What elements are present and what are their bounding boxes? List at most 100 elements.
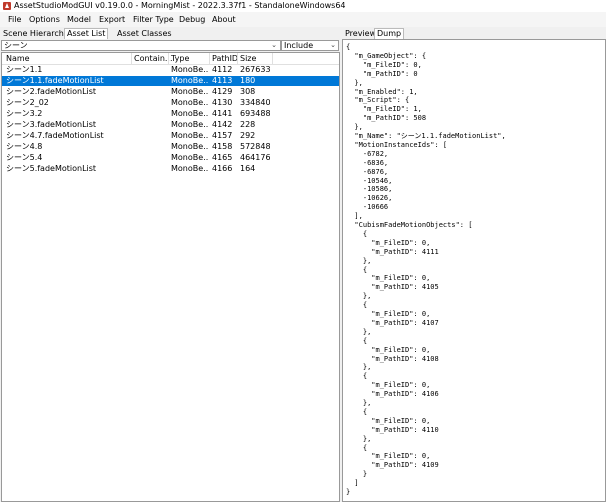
dump-line: {	[346, 407, 368, 416]
dump-line: },	[346, 256, 372, 265]
dump-line: "m_PathID": 4107	[346, 318, 439, 327]
title-bar: AssetStudioModGUI v0.19.0.0 - MorningMis…	[0, 0, 606, 12]
dump-line: "m_FileID": 1,	[346, 105, 422, 114]
include-select[interactable]: Include ⌄	[281, 40, 339, 51]
dump-line: "m_PathID": 4110	[346, 425, 439, 434]
include-value: Include	[284, 41, 314, 50]
column-size[interactable]: Size	[240, 54, 256, 63]
dump-line: },	[346, 123, 363, 132]
table-row[interactable]: シーン1.1 MonoBe...4112 2676336	[2, 65, 339, 75]
dump-line: "m_PathID": 4108	[346, 354, 439, 363]
table-row[interactable]: シーン2_02 MonoBe...4130 3348404	[2, 98, 339, 108]
menu-debug[interactable]: Debug	[179, 15, 205, 24]
dump-line: },	[346, 327, 372, 336]
cell-size: 3348404	[240, 98, 270, 107]
dump-line: "m_FileID": 0,	[346, 345, 431, 354]
dump-line: "m_FileID": 0,	[346, 310, 431, 318]
table-row[interactable]: シーン3.fadeMotionList MonoBe... 4142 228	[2, 120, 339, 130]
column-type[interactable]: Type	[171, 54, 189, 63]
tab-preview[interactable]: Preview	[343, 29, 378, 38]
dump-line: -10586,	[346, 185, 393, 194]
cell-name: シーン4.7.fadeMotionList	[6, 131, 104, 140]
cell-type: MonoBe...	[171, 120, 209, 129]
dump-line: },	[346, 363, 372, 372]
table-row[interactable]: シーン4.8 MonoBe... 4158 572848	[2, 142, 339, 152]
cell-pathid: 4157	[212, 131, 233, 140]
preview-panel: Preview Dump { "m_GameObject": { "m_File…	[341, 27, 606, 502]
cell-name: シーン1.1.fadeMotionList	[6, 76, 104, 85]
dump-line: {	[346, 372, 368, 381]
table-row[interactable]: シーン1.1.fadeMotionList MonoBe... 4113 180	[2, 76, 339, 86]
cell-size: 464176	[240, 153, 270, 162]
filter-input[interactable]: シーン ⌄	[1, 40, 281, 51]
chevron-down-icon[interactable]: ⌄	[271, 41, 277, 50]
table-row[interactable]: シーン5.4 MonoBe... 4165 464176	[2, 153, 339, 163]
window-title: AssetStudioModGUI v0.19.0.0 - MorningMis…	[14, 1, 346, 10]
tab-scene-hierarchy[interactable]: Scene Hierarchy	[1, 29, 71, 38]
cell-pathid: 4129	[212, 87, 233, 96]
dump-line: {	[346, 265, 368, 274]
dump-line: {	[346, 336, 368, 345]
column-divider[interactable]	[131, 53, 132, 64]
menu-file[interactable]: File	[8, 15, 21, 24]
column-divider[interactable]	[272, 53, 273, 64]
dump-line: },	[346, 434, 372, 443]
table-row[interactable]: シーン3.2 MonoBe... 4141 693488	[2, 109, 339, 119]
chevron-down-icon: ⌄	[330, 41, 336, 49]
cell-name: シーン3.fadeMotionList	[6, 120, 97, 129]
column-name[interactable]: Name	[6, 54, 30, 63]
table-row[interactable]: シーン4.7.fadeMotionList MonoBe... 4157 292	[2, 131, 339, 141]
cell-name: シーン2_02	[6, 98, 49, 107]
tab-dump[interactable]: Dump	[374, 28, 405, 39]
cell-size: 572848	[240, 142, 270, 151]
menu-model[interactable]: Model	[67, 15, 91, 24]
dump-line: {	[346, 229, 368, 238]
asset-panel: Scene Hierarchy Asset List Asset Classes…	[0, 27, 340, 502]
menu-filter-type[interactable]: Filter Type	[133, 15, 174, 24]
cell-size: 292	[240, 131, 256, 140]
dump-line: ]	[346, 479, 359, 488]
column-divider[interactable]	[209, 53, 210, 64]
cell-pathid: 4142	[212, 120, 233, 129]
cell-type: MonoBe...	[171, 87, 209, 96]
cell-name: シーン5.4	[6, 153, 43, 162]
cell-size: 180	[240, 76, 256, 85]
dump-line: "m_PathID": 0	[346, 69, 418, 78]
cell-name: シーン4.8	[6, 142, 43, 151]
column-divider[interactable]	[168, 53, 169, 64]
table-row[interactable]: シーン5.fadeMotionList MonoBe... 4166 164	[2, 164, 339, 174]
dump-line: "m_FileID": 0,	[346, 416, 431, 425]
tab-asset-classes[interactable]: Asset Classes	[115, 29, 174, 38]
cell-type: MonoBe...	[171, 109, 209, 118]
menu-export[interactable]: Export	[99, 15, 125, 24]
column-divider[interactable]	[237, 53, 238, 64]
cell-size: 164	[240, 164, 256, 173]
table-row[interactable]: シーン2.fadeMotionList MonoBe... 4129 308	[2, 87, 339, 97]
dump-line: "m_PathID": 4105	[346, 283, 439, 292]
tab-asset-list[interactable]: Asset List	[64, 28, 109, 39]
dump-line: -10546,	[346, 176, 393, 185]
column-pathid[interactable]: PathID	[212, 54, 238, 63]
dump-line: },	[346, 78, 363, 87]
menu-about[interactable]: About	[212, 15, 236, 24]
dump-view[interactable]: { "m_GameObject": { "m_FileID": 0, "m_Pa…	[342, 39, 606, 502]
cell-pathid: 4141	[212, 109, 233, 118]
app-icon	[3, 2, 11, 10]
dump-line: "m_PathID": 4111	[346, 247, 439, 256]
dump-line: {	[346, 443, 368, 452]
dump-line: "MotionInstanceIds": [	[346, 140, 448, 149]
cell-name: シーン1.1	[6, 65, 43, 74]
cell-type: MonoBe...	[171, 98, 209, 107]
column-container[interactable]: Contain...	[134, 54, 173, 63]
dump-line: "m_PathID": 4109	[346, 461, 439, 470]
menu-options[interactable]: Options	[29, 15, 60, 24]
cell-pathid: 4158	[212, 142, 233, 151]
menu-bar: File Options Model Export Filter Type De…	[0, 12, 606, 27]
filter-row: シーン ⌄ Include ⌄	[1, 40, 339, 51]
cell-pathid: 4113	[212, 76, 233, 85]
dump-line: "m_FileID": 0,	[346, 60, 422, 69]
asset-list[interactable]: Name Contain... Type PathID Size シーン1.1 M…	[1, 52, 340, 502]
dump-line: -6836,	[346, 158, 389, 167]
dump-line: "m_FileID": 0,	[346, 274, 431, 283]
cell-name: シーン3.2	[6, 109, 43, 118]
